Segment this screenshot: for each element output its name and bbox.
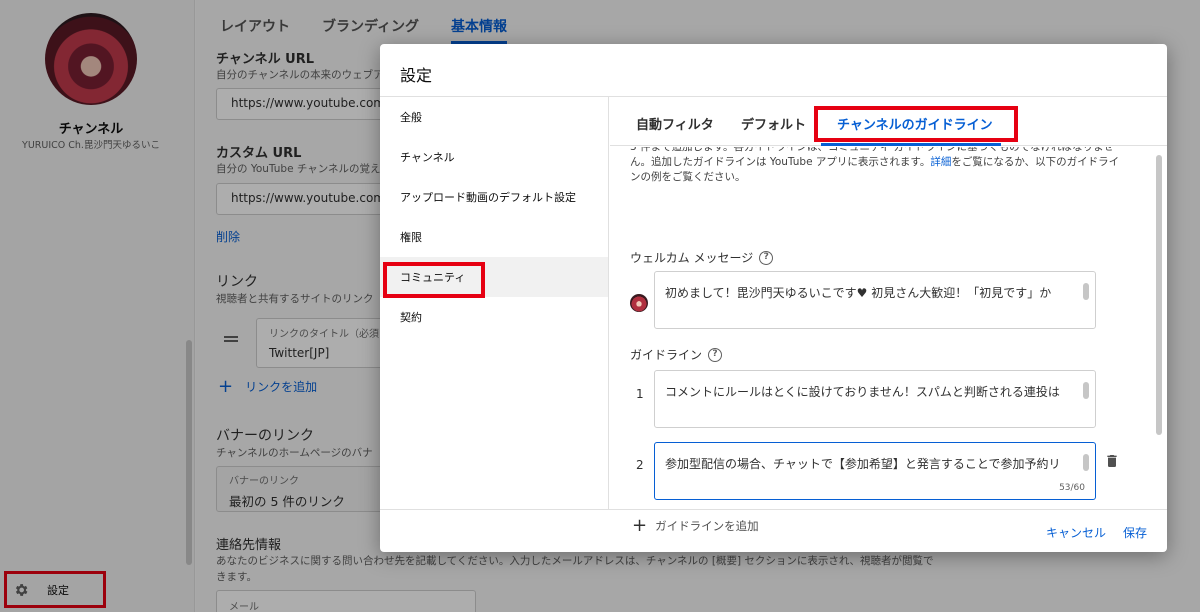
trash-icon[interactable] [1104, 453, 1120, 469]
highlight-outline [383, 262, 485, 298]
guideline-field-1[interactable]: コメントにルールはとくに設けておりません！スパムと判断される連投は [654, 370, 1096, 428]
save-button[interactable]: 保存 [1123, 524, 1147, 541]
char-counter: 53/60 [1059, 483, 1085, 493]
nav-item-agreements[interactable]: 契約 [380, 297, 608, 337]
welcome-message-label: ウェルカム メッセージ ? [630, 249, 774, 266]
welcome-message-field[interactable]: 初めまして！毘沙門天ゆるいこです♥ 初見さん大歓迎！「初見です」か [654, 271, 1096, 329]
welcome-label-text: ウェルカム メッセージ [630, 251, 754, 265]
guidelines-intro: 3 件まで追加します。各ガイドラインは、コミュニティ ガイドラインに基づくもので… [630, 147, 1150, 189]
community-pane: 自動フィルタ デフォルト チャンネルのガイドライン 3 件まで追加します。各ガイ… [610, 97, 1167, 536]
settings-nav: 全般 チャンネル アップロード動画のデフォルト設定 権限 コミュニティ 契約 [380, 97, 609, 509]
pane-tabs: 自動フィルタ デフォルト チャンネルのガイドライン [610, 97, 1167, 146]
guideline-number: 2 [636, 458, 644, 472]
nav-item-upload-defaults[interactable]: アップロード動画のデフォルト設定 [380, 177, 608, 217]
plus-icon: + [632, 515, 648, 536]
nav-item-permissions[interactable]: 権限 [380, 217, 608, 257]
field-scrollbar[interactable] [1083, 283, 1089, 300]
field-scrollbar[interactable] [1083, 454, 1089, 471]
help-icon[interactable]: ? [708, 347, 723, 362]
divider [380, 509, 1167, 510]
guideline-field-2[interactable]: 参加型配信の場合、チャットで【参加希望】と発言することで参加予約リ 53/60 [654, 442, 1096, 500]
dialog-title: 設定 [400, 66, 433, 85]
intro-line-2a: ん。追加したガイドラインは YouTube アプリに表示されます。 [630, 156, 931, 168]
guideline-number: 1 [636, 387, 644, 401]
field-scrollbar[interactable] [1083, 382, 1089, 399]
avatar [630, 294, 648, 312]
welcome-message-text: 初めまして！毘沙門天ゆるいこです♥ 初見さん大歓迎！「初見です」か [665, 286, 1052, 300]
tab-auto-filter[interactable]: 自動フィルタ [636, 97, 714, 146]
help-icon[interactable]: ? [759, 250, 774, 265]
intro-details-link[interactable]: 詳細 [930, 156, 951, 168]
nav-item-channel[interactable]: チャンネル [380, 137, 608, 177]
pane-scrollbar[interactable] [1156, 155, 1162, 435]
intro-line-1: 3 件まで追加します。各ガイドラインは、コミュニティ ガイドラインに基づくもので… [630, 147, 1114, 153]
guideline-text: 参加型配信の場合、チャットで【参加希望】と発言することで参加予約リ [665, 457, 1061, 471]
cancel-button[interactable]: キャンセル [1046, 524, 1106, 541]
intro-line-3: ンの例をご覧ください。 [630, 171, 746, 183]
add-guideline-button[interactable]: + ガイドラインを追加 [632, 515, 759, 536]
tab-defaults[interactable]: デフォルト [741, 97, 806, 146]
guideline-text: コメントにルールはとくに設けておりません！スパムと判断される連投は [665, 385, 1060, 399]
highlight-outline [814, 106, 1018, 142]
nav-item-general[interactable]: 全般 [380, 97, 608, 137]
intro-line-2b: をご覧になるか、以下のガイドライ [951, 156, 1120, 168]
active-tab-indicator [821, 143, 1001, 146]
settings-dialog: 設定 全般 チャンネル アップロード動画のデフォルト設定 権限 コミュニティ 契… [380, 44, 1167, 552]
add-guideline-label: ガイドラインを追加 [655, 518, 759, 533]
guidelines-label: ガイドライン ? [630, 346, 723, 363]
guidelines-label-text: ガイドライン [630, 348, 703, 362]
